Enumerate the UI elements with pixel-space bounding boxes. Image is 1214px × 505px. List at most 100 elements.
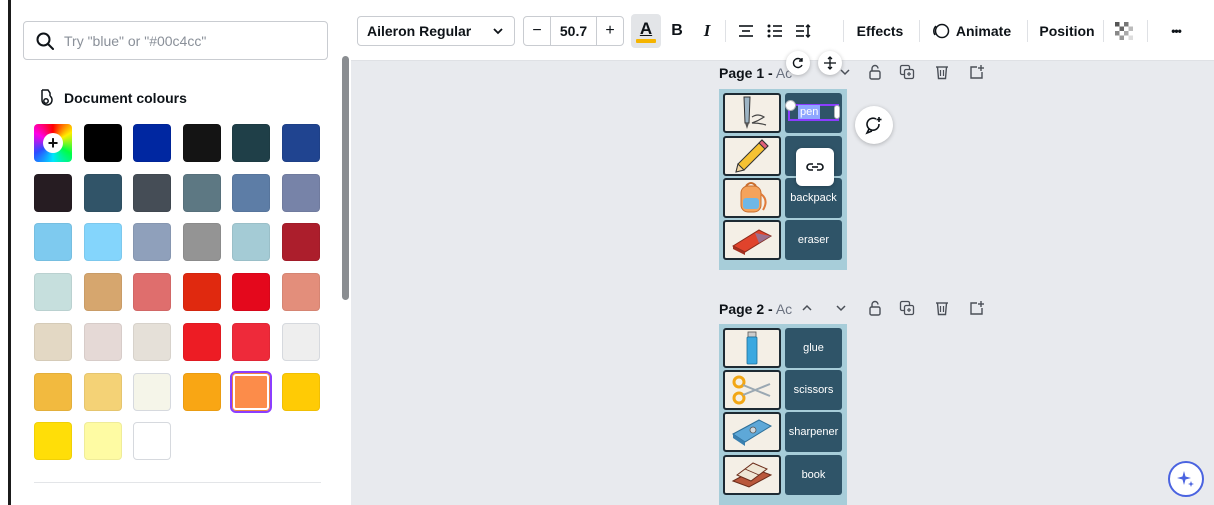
colour-swatch[interactable] bbox=[282, 323, 320, 361]
colour-swatch[interactable] bbox=[232, 273, 270, 311]
colour-swatch[interactable] bbox=[34, 174, 72, 212]
colour-swatch[interactable] bbox=[133, 124, 171, 162]
decrease-size-button[interactable]: − bbox=[524, 17, 550, 45]
page-1-title: Page 1 - bbox=[719, 65, 773, 81]
page-2-lock-button[interactable] bbox=[865, 298, 885, 318]
colour-swatch[interactable] bbox=[183, 124, 221, 162]
panel-scrollbar-thumb[interactable] bbox=[342, 56, 349, 300]
page-1-label: Page 1 - Ac bbox=[719, 65, 792, 81]
colour-swatch[interactable] bbox=[84, 223, 122, 261]
font-size-value[interactable]: 50.7 bbox=[550, 17, 597, 45]
lock-icon bbox=[869, 64, 881, 80]
resize-handle[interactable] bbox=[785, 100, 796, 111]
align-center-button[interactable] bbox=[735, 16, 757, 46]
font-size-stepper: − 50.7 + bbox=[523, 16, 624, 46]
colour-swatch[interactable] bbox=[133, 373, 171, 411]
book-picture[interactable] bbox=[723, 455, 781, 495]
animate-button[interactable]: Animate bbox=[929, 16, 1013, 46]
colour-swatch[interactable] bbox=[34, 273, 72, 311]
page-2-delete-button[interactable] bbox=[932, 298, 952, 318]
colour-swatch[interactable] bbox=[84, 323, 122, 361]
page-1-collapse-button[interactable] bbox=[835, 62, 855, 82]
colour-swatch[interactable] bbox=[282, 174, 320, 212]
page-1-add-page-button[interactable] bbox=[967, 62, 987, 82]
search-icon bbox=[36, 32, 54, 50]
page-2-move-up-button[interactable] bbox=[797, 298, 817, 318]
italic-button[interactable]: I bbox=[698, 16, 716, 46]
colour-swatch[interactable] bbox=[282, 124, 320, 162]
sharpener-picture[interactable] bbox=[723, 412, 781, 452]
pen-picture[interactable] bbox=[723, 93, 781, 133]
effects-button[interactable]: Effects bbox=[851, 16, 909, 46]
colour-swatch[interactable] bbox=[282, 273, 320, 311]
pencil-icon bbox=[735, 139, 769, 173]
colour-swatch[interactable] bbox=[232, 223, 270, 261]
colour-swatch[interactable] bbox=[133, 174, 171, 212]
colour-swatch[interactable] bbox=[84, 273, 122, 311]
colour-swatch[interactable] bbox=[34, 223, 72, 261]
word-card-eraser[interactable]: eraser bbox=[785, 220, 842, 260]
colour-swatch[interactable] bbox=[232, 323, 270, 361]
colour-swatch[interactable] bbox=[282, 373, 320, 411]
colour-search-field[interactable] bbox=[23, 21, 328, 60]
colour-swatch[interactable] bbox=[282, 223, 320, 261]
selected-text-pen[interactable]: pen bbox=[798, 105, 821, 119]
colour-swatch[interactable] bbox=[183, 373, 221, 411]
backpack-picture[interactable] bbox=[723, 178, 781, 218]
list-button[interactable] bbox=[764, 16, 786, 46]
font-family-value: Aileron Regular bbox=[367, 23, 472, 39]
colour-swatch[interactable] bbox=[133, 273, 171, 311]
resize-handle[interactable] bbox=[834, 105, 840, 119]
add-colour-button[interactable]: + bbox=[34, 124, 72, 162]
colour-swatch[interactable] bbox=[84, 373, 122, 411]
colour-swatch[interactable] bbox=[84, 174, 122, 212]
link-button[interactable] bbox=[796, 148, 834, 186]
transparency-button[interactable] bbox=[1113, 16, 1135, 46]
colour-swatch[interactable] bbox=[133, 323, 171, 361]
font-family-dropdown[interactable]: Aileron Regular bbox=[357, 16, 515, 46]
bold-button[interactable]: B bbox=[667, 16, 687, 46]
magic-assistant-button[interactable] bbox=[1168, 461, 1204, 497]
text-color-button[interactable]: A bbox=[631, 14, 661, 48]
scissors-picture[interactable] bbox=[723, 370, 781, 410]
colour-search-input[interactable] bbox=[64, 32, 304, 49]
document-colours-title: Document colours bbox=[64, 90, 187, 106]
colour-swatch[interactable] bbox=[133, 223, 171, 261]
word-card-book[interactable]: book bbox=[785, 455, 842, 495]
word-card-scissors[interactable]: scissors bbox=[785, 370, 842, 410]
colour-swatch[interactable] bbox=[34, 373, 72, 411]
colour-swatch[interactable] bbox=[133, 422, 171, 460]
increase-size-button[interactable]: + bbox=[597, 17, 623, 45]
colour-swatch[interactable] bbox=[84, 124, 122, 162]
page-1-delete-button[interactable] bbox=[932, 62, 952, 82]
page-1-duplicate-button[interactable] bbox=[897, 62, 917, 82]
colour-swatch[interactable] bbox=[183, 323, 221, 361]
page-2-move-down-button[interactable] bbox=[831, 298, 851, 318]
colour-swatch[interactable] bbox=[232, 124, 270, 162]
colour-swatch[interactable] bbox=[183, 273, 221, 311]
position-button[interactable]: Position bbox=[1036, 16, 1098, 46]
more-options-button[interactable]: ••• bbox=[1163, 16, 1189, 46]
comment-button[interactable] bbox=[855, 106, 893, 144]
pen-icon bbox=[743, 96, 767, 129]
eraser-picture[interactable] bbox=[723, 220, 781, 260]
pencil-picture[interactable] bbox=[723, 136, 781, 176]
colour-swatch[interactable] bbox=[34, 422, 72, 460]
duplicate-icon bbox=[899, 300, 915, 316]
colour-swatch[interactable] bbox=[183, 223, 221, 261]
colour-swatch[interactable] bbox=[34, 323, 72, 361]
glue-picture[interactable] bbox=[723, 328, 781, 368]
page-1-lock-button[interactable] bbox=[865, 62, 885, 82]
colour-swatch[interactable] bbox=[84, 422, 122, 460]
colour-swatch[interactable] bbox=[232, 174, 270, 212]
link-icon bbox=[806, 163, 824, 171]
page-2-add-page-button[interactable] bbox=[967, 298, 987, 318]
page-2-duplicate-button[interactable] bbox=[897, 298, 917, 318]
word-card-glue[interactable]: glue bbox=[785, 328, 842, 368]
rotate-icon bbox=[792, 57, 803, 69]
word-card-sharpener[interactable]: sharpener bbox=[785, 412, 842, 452]
spacing-button[interactable] bbox=[792, 16, 814, 46]
colour-swatch[interactable] bbox=[183, 174, 221, 212]
rotate-button[interactable] bbox=[786, 51, 810, 75]
colour-swatch[interactable] bbox=[230, 371, 272, 413]
